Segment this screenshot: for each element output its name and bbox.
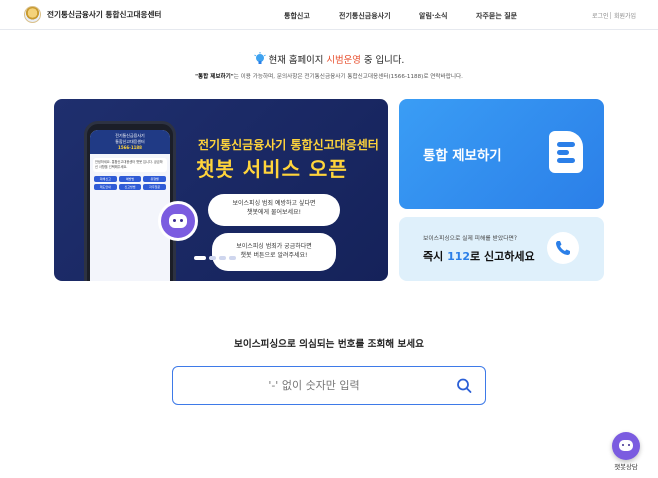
site-title: 전기통신금융사기 통합신고대응센터 (47, 10, 162, 19)
phone-button: 예방법 (118, 176, 142, 182)
phone-button: 피해신고 (94, 176, 117, 182)
login-link[interactable]: 로그인 (592, 11, 609, 20)
bubble-line: 보이스피싱 범죄 예방하고 싶다면 (232, 200, 316, 207)
phone-header-number: 1566-1188 (118, 145, 142, 150)
call-card-number: 112 (447, 250, 471, 263)
search-box (172, 366, 486, 405)
carousel-dot[interactable] (209, 256, 216, 260)
banner-headline: 챗봇 서비스 오픈 (196, 157, 348, 181)
call-112-card[interactable]: 보이스피싱으로 실제 피해를 받았다면? 즉시 112로 신고하세요 (399, 217, 604, 281)
speech-bubble: 보이스피싱 범죄 예방하고 싶다면 챗봇에게 물어보세요! (208, 194, 340, 226)
notice-highlight: 시범운영 (326, 55, 361, 66)
util-divider (610, 12, 611, 19)
trial-notice: 현재 홈페이지 시범운영 중 입니다. (0, 52, 658, 66)
chatbot-floating-button[interactable] (612, 432, 640, 460)
chatbot-robot-icon (619, 440, 633, 451)
phone-button: 자주질문 (143, 184, 166, 190)
subnotice-text: 는 이용 가능하며, 문의사항은 전기통신금융사기 통합신고대응센터(1566-… (233, 74, 463, 80)
phone-screen: 전기통신금융사기 통합신고대응센터 1566-1188 안녕하세요. 통합신고대… (90, 130, 170, 281)
call-card-subtitle: 보이스피싱으로 실제 피해를 받았다면? (423, 236, 517, 242)
emblem-logo-icon (24, 6, 41, 23)
speech-bubble: 보이스피싱 범죄가 궁금하다면 챗봇 버튼으로 알려주세요! (212, 233, 336, 271)
carousel-dot-active[interactable] (194, 256, 206, 260)
call-card-post: 로 신고하세요 (470, 250, 535, 263)
nav-telecom-fraud[interactable]: 전기통신금융사기 (339, 11, 391, 21)
phone-icon (547, 232, 579, 264)
phone-mockup: 전기통신금융사기 통합신고대응센터 1566-1188 안녕하세요. 통합신고대… (84, 121, 176, 281)
call-card-title: 즉시 112로 신고하세요 (423, 248, 535, 264)
notice-pre: 현재 홈페이지 (268, 55, 327, 66)
integrated-report-label: 통합 제보하기 (423, 149, 502, 164)
search-button[interactable] (451, 373, 477, 398)
phone-button: 유형별 (143, 176, 166, 182)
search-icon (457, 378, 472, 393)
phone-button: 신고방법 (118, 184, 142, 190)
banner-title: 전기통신금융사기 통합신고대응센터 (198, 138, 379, 152)
trial-subnotice: "통합 제보하기"는 이용 가능하며, 문의사항은 전기통신금융사기 통합신고대… (0, 72, 658, 80)
phone-button: 제도안내 (94, 184, 117, 190)
search-title: 보이스피싱으로 의심되는 번호를 조회해 보세요 (234, 339, 424, 350)
integrated-report-card[interactable]: 통합 제보하기 (399, 99, 604, 209)
carousel-indicator[interactable] (194, 256, 236, 260)
phone-message: 안녕하세요. 통합신고대응센터 챗봇 입니다. 궁금하신 사항을 선택해주세요. (93, 158, 167, 172)
notice-post: 중 입니다. (360, 55, 405, 66)
site-logo[interactable]: 전기통신금융사기 통합신고대응센터 (24, 6, 161, 23)
chatbot-label[interactable]: 챗봇상담 (606, 462, 646, 471)
subnotice-bold: "통합 제보하기" (195, 74, 234, 80)
carousel-dot[interactable] (229, 256, 236, 260)
notice-bulb-icon (253, 52, 266, 64)
nav-news[interactable]: 알림·소식 (419, 11, 447, 21)
phone-buttons: 피해신고 예방법 유형별 제도안내 신고방법 자주질문 (94, 176, 166, 190)
nav-integrated-report[interactable]: 통합신고 (284, 11, 310, 21)
bubble-line: 챗봇에게 물어보세요! (247, 209, 301, 216)
site-header: 전기통신금융사기 통합신고대응센터 통합신고 전기통신금융사기 알림·소식 자주… (0, 0, 658, 30)
carousel-dot[interactable] (219, 256, 226, 260)
bubble-line: 챗봇 버튼으로 알려주세요! (240, 252, 308, 259)
report-document-icon (549, 131, 583, 173)
bubble-line: 보이스피싱 범죄가 궁금하다면 (236, 243, 312, 250)
phone-number-search-input[interactable] (179, 371, 449, 399)
chatbot-robot-icon (158, 201, 198, 241)
signup-link[interactable]: 회원가입 (614, 11, 636, 20)
nav-faq[interactable]: 자주묻는 질문 (476, 11, 517, 21)
call-card-pre: 즉시 (423, 250, 448, 263)
phone-header: 전기통신금융사기 통합신고대응센터 1566-1188 (90, 130, 170, 154)
chatbot-banner[interactable]: 전기통신금융사기 통합신고대응센터 1566-1188 안녕하세요. 통합신고대… (54, 99, 388, 281)
